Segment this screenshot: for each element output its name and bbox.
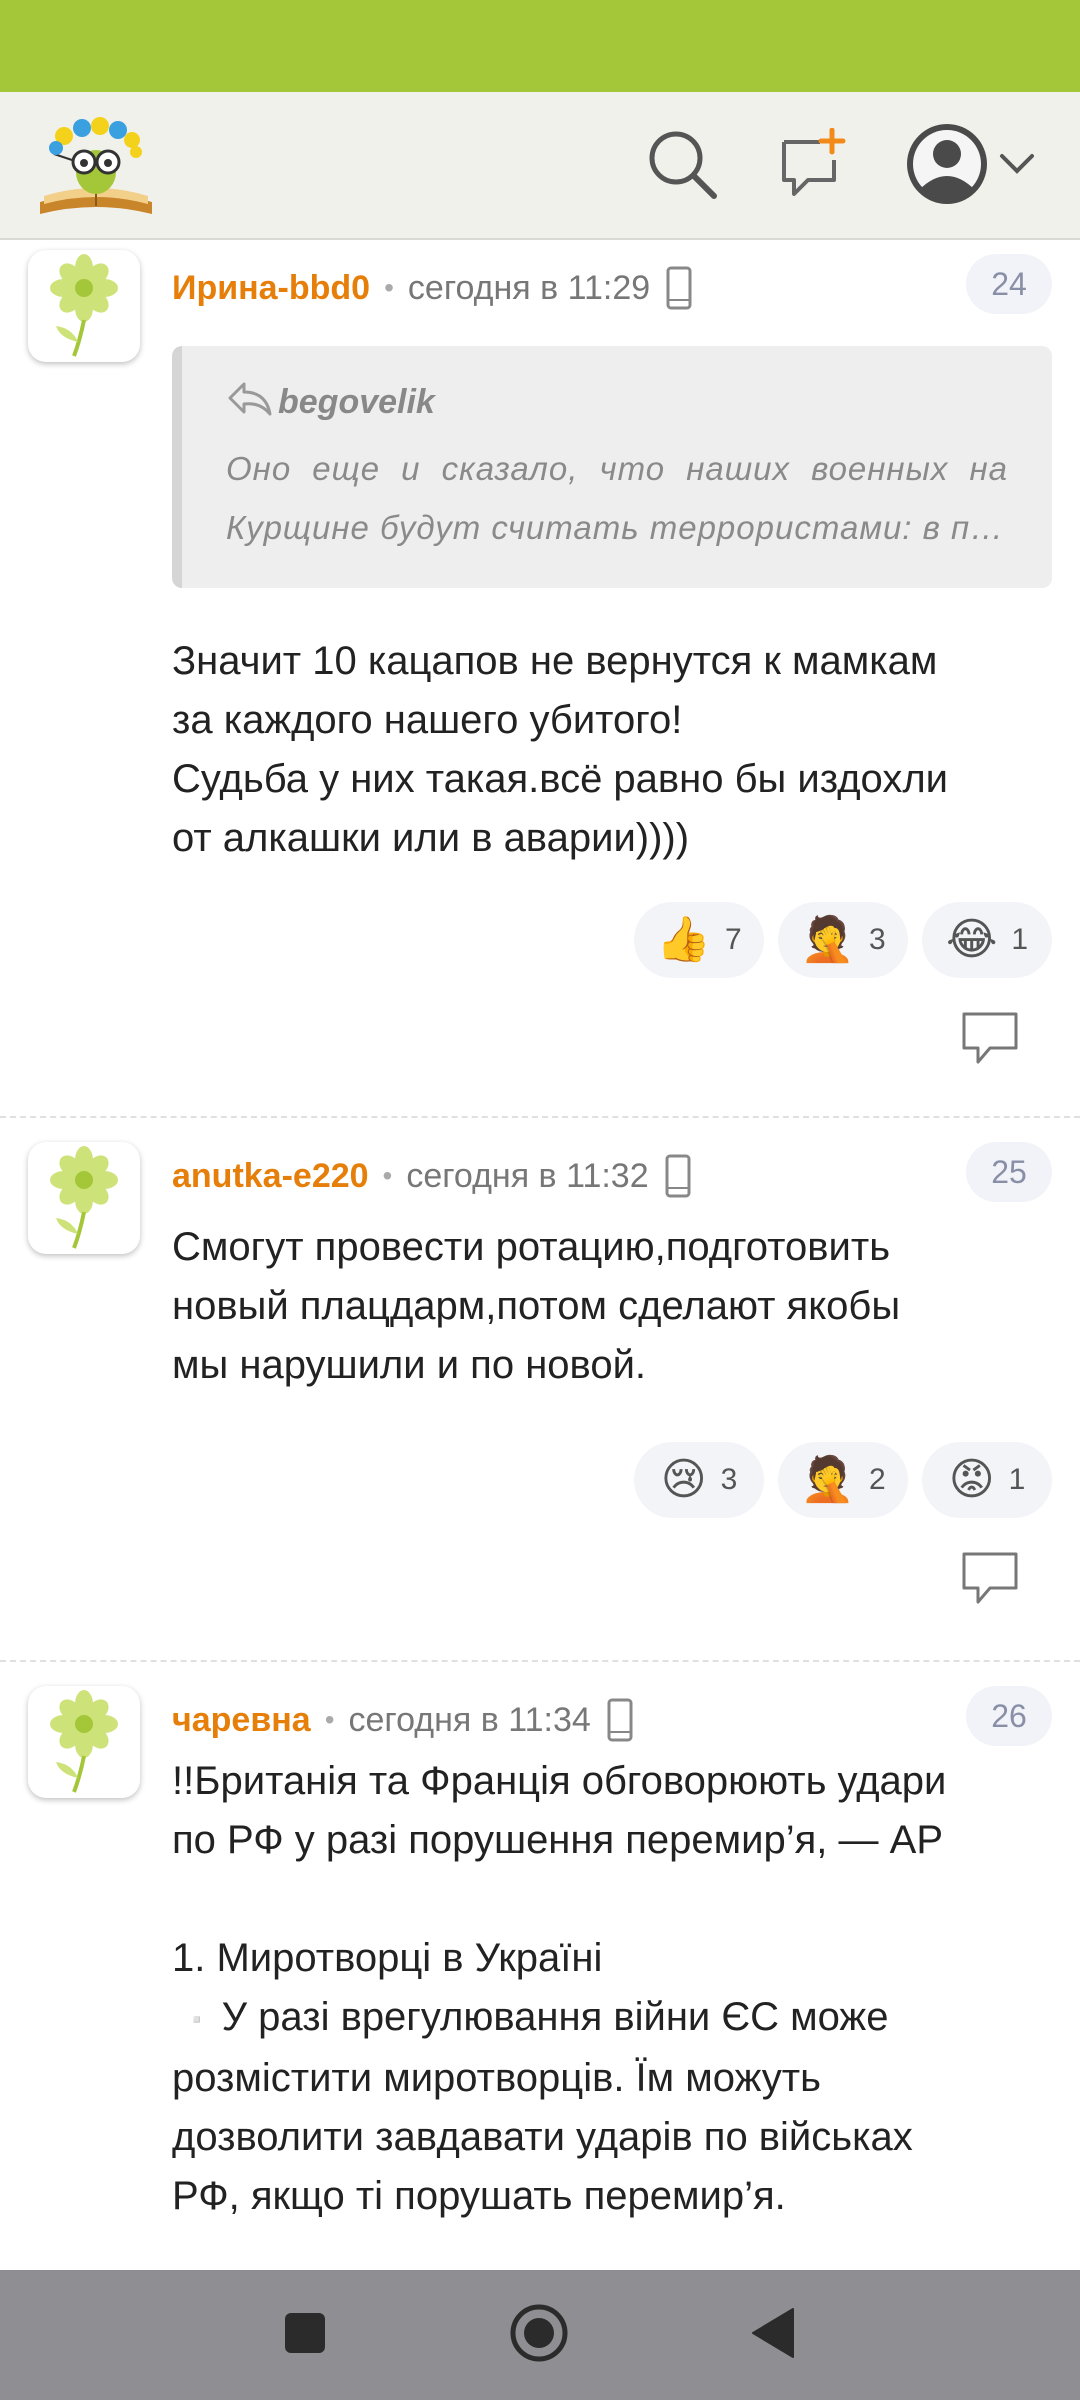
timestamp: сегодня в 11:34 <box>348 1700 591 1739</box>
new-post-icon <box>776 127 848 205</box>
mobile-device-icon <box>607 1698 633 1742</box>
user-menu-button[interactable] <box>900 120 1040 212</box>
reaction-count: 1 <box>1011 923 1029 956</box>
bullet-icon: ▫️ <box>183 2006 211 2032</box>
text-line-content: У разі врегулювання війни ЄС може <box>221 1995 889 2039</box>
comment-meta: Ирина-bbd0 • сегодня в 11:29 <box>172 264 692 312</box>
reactions-bar: 😢 3 🤦 2 😡 1 <box>634 1442 1052 1518</box>
author-name[interactable]: чаревна <box>172 1701 311 1740</box>
home-button[interactable] <box>504 2300 574 2370</box>
crying-icon: 😢 <box>660 1454 707 1505</box>
user-avatar-icon <box>905 122 989 211</box>
avatar[interactable] <box>28 1686 140 1798</box>
triangle-back-icon <box>751 2307 795 2364</box>
separator-dot: • <box>324 1704 335 1735</box>
comment-bubble-icon <box>960 1552 1020 1610</box>
quote-line: Курщине будут считать террористами: в пл… <box>226 509 1008 546</box>
separator-dot: • <box>384 272 394 303</box>
comment-text: !!Британія та Франція обговорюють удари … <box>172 1752 1052 2226</box>
comment-text: Значит 10 кацапов не вернутся к мамкам з… <box>172 639 949 860</box>
separator-dot: • <box>382 1160 393 1191</box>
reaction-angry[interactable]: 😡 1 <box>922 1442 1052 1518</box>
author-name[interactable]: anutka-e220 <box>172 1157 369 1196</box>
comment-text: Смогут провести ротацию,подготовить новы… <box>172 1225 901 1387</box>
reaction-count: 2 <box>869 1463 886 1496</box>
quoted-comment[interactable]: begovelik Оно еще и сказало, что наших в… <box>172 346 1052 588</box>
status-bar <box>0 0 1080 92</box>
timestamp: сегодня в 11:29 <box>407 268 651 307</box>
author-name[interactable]: Ирина-bbd0 <box>172 269 370 308</box>
quote-author-name: begovelik <box>278 383 435 421</box>
avatar[interactable] <box>28 1142 140 1254</box>
text-line: розмістити миротворців. Їм можуть <box>172 2055 821 2100</box>
quote-line: Оно еще и сказало, что наших военных на <box>226 450 1008 487</box>
text-line: !!Британія та Франція обговорюють удари <box>172 1759 947 1803</box>
mobile-device-icon <box>665 1154 691 1198</box>
facepalm-icon: 🤦 <box>800 1454 856 1505</box>
reaction-count: 7 <box>725 923 742 956</box>
comment: anutka-e220 • сегодня в 11:32 25 Смогут … <box>0 1118 1080 1662</box>
recents-button[interactable] <box>270 2300 340 2370</box>
comment-number-badge[interactable]: 24 <box>966 254 1052 314</box>
reaction-count: 1 <box>1008 1463 1026 1496</box>
reaction-laughing[interactable]: 😂 1 <box>922 902 1052 978</box>
quote-author: begovelik <box>226 380 1008 425</box>
reaction-crying[interactable]: 😢 3 <box>634 1442 764 1518</box>
app-header <box>0 92 1080 240</box>
reply-arrow-icon <box>226 380 278 425</box>
site-logo[interactable] <box>34 110 158 222</box>
comment-bubble-icon <box>960 1012 1020 1070</box>
square-icon <box>283 2311 327 2360</box>
reply-button[interactable] <box>960 1550 1020 1606</box>
system-navigation-bar <box>0 2270 1080 2400</box>
back-button[interactable] <box>738 2300 808 2370</box>
laughing-icon: 😂 <box>945 914 998 965</box>
comment-meta: anutka-e220 • сегодня в 11:32 <box>172 1152 691 1200</box>
comments-feed: Ирина-bbd0 • сегодня в 11:29 24 begoveli… <box>0 242 1080 2270</box>
comment: Ирина-bbd0 • сегодня в 11:29 24 begoveli… <box>0 242 1080 1118</box>
reactions-bar: 👍 7 🤦 3 😂 1 <box>634 902 1052 978</box>
new-post-button[interactable] <box>772 126 852 206</box>
search-button[interactable] <box>642 126 722 206</box>
comment: чаревна • сегодня в 11:34 26 !!Британія … <box>0 1662 1080 2270</box>
reaction-facepalm[interactable]: 🤦 3 <box>778 902 908 978</box>
text-line: по РФ у разі порушення перемир’я, — AP <box>172 1818 943 1862</box>
text-line: 1. Миротворці в Україні <box>172 1936 603 1980</box>
angry-icon: 😡 <box>948 1454 995 1505</box>
text-line: ▫️ У разі врегулювання війни ЄС може <box>172 1988 1052 2049</box>
reaction-count: 3 <box>869 923 886 956</box>
comment-number-badge[interactable]: 26 <box>966 1686 1052 1746</box>
reaction-thumbs-up[interactable]: 👍 7 <box>634 902 764 978</box>
comment-number-badge[interactable]: 25 <box>966 1142 1052 1202</box>
text-line: РФ, якщо ті порушать перемир’я. <box>172 2173 786 2218</box>
quote-text: Оно еще и сказало, что наших военных на … <box>226 439 1008 557</box>
circle-home-icon <box>509 2303 569 2368</box>
reply-button[interactable] <box>960 1010 1020 1066</box>
avatar[interactable] <box>28 250 140 362</box>
reaction-facepalm[interactable]: 🤦 2 <box>778 1442 908 1518</box>
reaction-count: 3 <box>720 1463 738 1496</box>
thumbs-up-icon: 👍 <box>656 914 712 965</box>
timestamp: сегодня в 11:32 <box>406 1156 649 1195</box>
search-icon <box>646 128 718 205</box>
facepalm-icon: 🤦 <box>800 914 856 965</box>
chevron-down-icon <box>999 153 1035 180</box>
mobile-device-icon <box>666 266 692 310</box>
text-line: дозволити завдавати ударів по військах <box>172 2114 913 2159</box>
comment-meta: чаревна • сегодня в 11:34 <box>172 1696 633 1744</box>
